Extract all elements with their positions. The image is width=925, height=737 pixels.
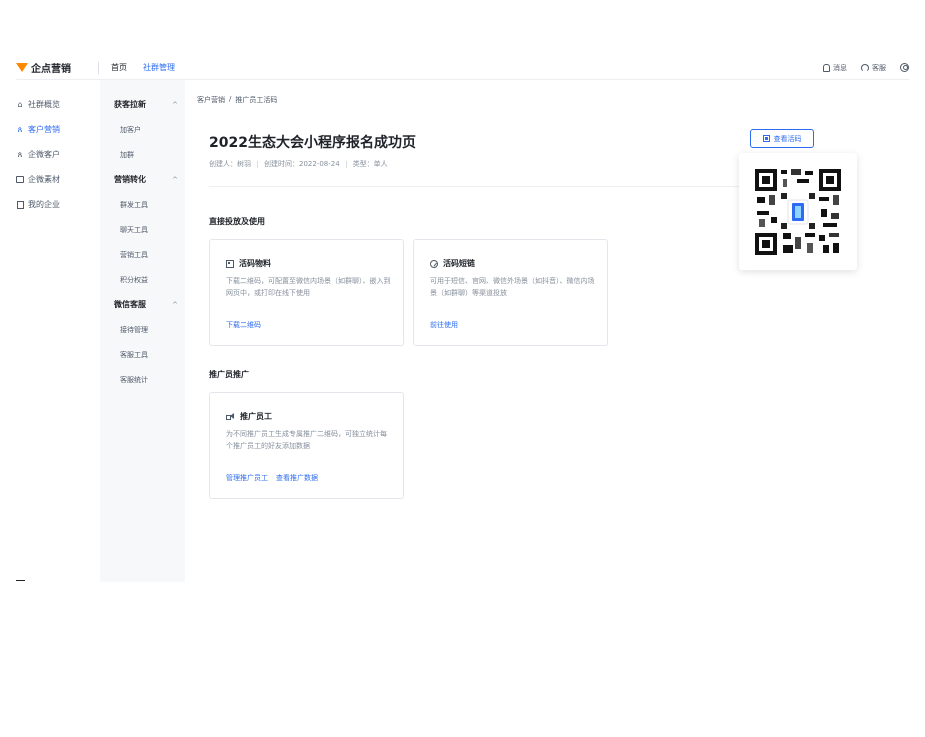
- card-qr-material: 活码物料 下载二维码，可配置至微信内场景（如群聊）、嵌入到网页中，或打印在线下使…: [209, 239, 404, 346]
- link-icon: [430, 259, 438, 268]
- qrcode-icon: [762, 135, 770, 142]
- header-divider: [209, 186, 769, 187]
- meta-divider: [345, 160, 347, 168]
- top-right-tools: 消息 客服: [823, 63, 909, 73]
- subnav-item-reception[interactable]: 接待管理: [100, 317, 185, 342]
- card-title: 推广员工: [240, 412, 272, 421]
- messages-button[interactable]: 消息: [823, 63, 847, 73]
- subnav-group-label: 微信客服: [114, 300, 146, 309]
- meta-created-time: 创建时间：2022-08-24: [264, 160, 340, 168]
- view-promotion-data-link[interactable]: 查看推广数据: [276, 473, 318, 483]
- breadcrumb-current: 推广员工活码: [235, 96, 278, 104]
- sidebar-item-overview[interactable]: ⌂ 社群概览: [16, 92, 100, 117]
- speaker-icon: [226, 413, 235, 420]
- sidebar-item-label: 我的企业: [28, 200, 60, 209]
- brand-mark-icon: [16, 63, 28, 72]
- section-title-direct: 直接投放及使用: [209, 217, 265, 226]
- meta-creator: 创建人：树羽: [209, 160, 251, 168]
- users-icon: ጰ: [17, 124, 23, 134]
- subnav-item-marketing-tool[interactable]: 营销工具: [100, 242, 185, 267]
- go-use-link[interactable]: 前往使用: [430, 320, 458, 330]
- card-description: 可用于短信、官网、微信外场景（如抖音）、微信内场景（如群聊）等渠道投放: [430, 277, 595, 297]
- subnav-item-add-customer[interactable]: 加客户: [100, 117, 185, 142]
- qr-popover: [739, 153, 857, 270]
- account-button[interactable]: [900, 63, 909, 72]
- subnav-item-broadcast-tool[interactable]: 群发工具: [100, 192, 185, 217]
- card-short-link: 活码短链 可用于短信、官网、微信外场景（如抖音）、微信内场景（如群聊）等渠道投放…: [413, 239, 608, 346]
- brand-name: 企点营销: [31, 64, 71, 75]
- sidebar-item-label: 企微素材: [28, 175, 60, 184]
- sidebar-item-wecom-materials[interactable]: 企微素材: [16, 167, 100, 192]
- subnav-group-label: 营销转化: [114, 175, 146, 184]
- subnav-item-service-stats[interactable]: 客服统计: [100, 367, 185, 392]
- service-label: 客服: [872, 63, 886, 72]
- top-bar: 企点营销 首页 社群管理 消息 客服: [16, 56, 909, 80]
- breadcrumb-separator: /: [229, 95, 232, 103]
- sidebar-item-my-company[interactable]: 我的企业: [16, 192, 100, 217]
- top-nav-community[interactable]: 社群管理: [143, 62, 175, 73]
- card-promoter-staff: 推广员工 为不同推广员工生成专属推广二维码，可独立统计每个推广员工的好友添加数据…: [209, 392, 404, 499]
- sidebar-item-label: 客户营销: [28, 125, 60, 134]
- chevron-up-icon: ^: [172, 100, 178, 109]
- subnav-item-points-benefits[interactable]: 积分权益: [100, 267, 185, 292]
- meta-divider: [257, 160, 258, 168]
- subnav-item-service-tool[interactable]: 客服工具: [100, 342, 185, 367]
- breadcrumb: 客户营销 / 推广员工活码: [197, 95, 277, 105]
- folder-icon: [16, 176, 24, 184]
- sidebar-item-label: 社群概览: [28, 100, 60, 109]
- view-qr-button[interactable]: 查看活码: [750, 129, 814, 148]
- brand-logo[interactable]: 企点营销: [16, 60, 98, 75]
- qr-code-image: [753, 166, 843, 257]
- sidebar-item-customer-marketing[interactable]: ጰ 客户营销: [16, 117, 100, 142]
- meta-type: 类型：单人: [352, 160, 388, 168]
- card-title: 活码短链: [443, 259, 475, 268]
- subnav-group-acquisition[interactable]: 获客拉新 ^: [100, 92, 185, 117]
- home-icon: ⌂: [17, 100, 23, 109]
- chevron-up-icon: ^: [172, 175, 178, 184]
- card-title: 活码物料: [239, 259, 271, 268]
- secondary-sidebar: 获客拉新 ^ 加客户 加群 营销转化 ^ 群发工具 聊天工具 营销工具 积分权益…: [100, 80, 185, 582]
- breadcrumb-parent[interactable]: 客户营销: [197, 95, 225, 105]
- top-nav-home[interactable]: 首页: [111, 62, 127, 73]
- service-button[interactable]: 客服: [861, 63, 886, 73]
- messages-label: 消息: [833, 63, 847, 72]
- sidebar-item-wecom-customers[interactable]: ጰ 企微客户: [16, 142, 100, 167]
- user-icon: ጰ: [17, 149, 23, 159]
- top-nav: 首页 社群管理: [111, 62, 175, 73]
- sidebar-item-label: 企微客户: [28, 150, 60, 159]
- subnav-group-label: 获客拉新: [114, 100, 146, 109]
- page-meta: 创建人：树羽 创建时间：2022-08-24 类型：单人: [209, 159, 388, 169]
- card-description: 下载二维码，可配置至微信内场景（如群聊）、嵌入到网页中，或打印在线下使用: [226, 277, 391, 297]
- download-qr-link[interactable]: 下载二维码: [226, 320, 261, 330]
- subnav-item-chat-tool[interactable]: 聊天工具: [100, 217, 185, 242]
- headset-icon: [861, 63, 869, 72]
- qr-material-icon: [226, 259, 234, 268]
- card-description: 为不同推广员工生成专属推广二维码，可独立统计每个推广员工的好友添加数据: [226, 430, 387, 450]
- manage-promoters-link[interactable]: 管理推广员工: [226, 473, 268, 483]
- building-icon: [16, 200, 24, 209]
- user-avatar-icon: [900, 63, 909, 72]
- chevron-up-icon: ^: [172, 300, 178, 309]
- bell-icon: [823, 63, 830, 72]
- topbar-divider: [98, 61, 99, 74]
- sidebar-collapse-handle[interactable]: [16, 580, 25, 581]
- subnav-group-conversion[interactable]: 营销转化 ^: [100, 167, 185, 192]
- primary-sidebar: ⌂ 社群概览 ጰ 客户营销 ጰ 企微客户 企微素材 我的企业: [16, 92, 100, 217]
- section-title-promoter: 推广员推广: [209, 370, 249, 379]
- page-title: 2022生态大会小程序报名成功页: [209, 135, 416, 151]
- subnav-item-add-group[interactable]: 加群: [100, 142, 185, 167]
- view-qr-label: 查看活码: [773, 134, 802, 143]
- subnav-group-wechat-service[interactable]: 微信客服 ^: [100, 292, 185, 317]
